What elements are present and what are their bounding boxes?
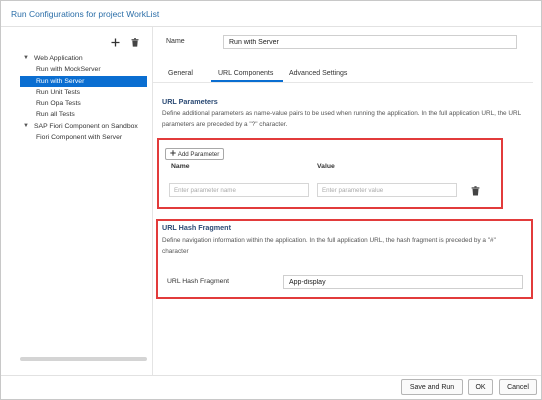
url-hash-description: Define navigation information within the… <box>162 237 496 255</box>
url-parameters-title: URL Parameters <box>162 97 218 106</box>
tree-group-web-application[interactable]: ▼ Web Application <box>20 53 147 64</box>
url-parameters-description: Define additional parameters as name-val… <box>162 110 521 128</box>
tree-item-label: Fiori Component with Server <box>36 134 123 142</box>
ok-button[interactable]: OK <box>468 379 493 395</box>
column-header-value: Value <box>317 163 335 170</box>
panel-divider <box>152 27 153 375</box>
tree-item-run-with-server[interactable]: Run with Server <box>20 75 147 87</box>
add-parameter-button[interactable]: Add Parameter <box>165 148 224 160</box>
configurations-tree: ▼ Web Application Run with MockServer Ru… <box>20 53 147 143</box>
run-configurations-dialog: Run Configurations for project WorkList … <box>0 0 542 400</box>
tree-item-label: Run Opa Tests <box>36 100 81 108</box>
tab-advanced-settings[interactable]: Advanced Settings <box>289 67 347 81</box>
tree-item-label: Run Unit Tests <box>36 88 81 96</box>
trash-icon[interactable] <box>471 186 480 196</box>
parameter-name-input[interactable] <box>169 183 309 197</box>
tree-item-label: Run with Server <box>36 77 85 85</box>
tree-item-label: Web Application <box>34 55 83 62</box>
title-divider <box>1 26 541 27</box>
horizontal-scrollbar[interactable] <box>20 357 147 361</box>
tree-group-fiori-sandbox[interactable]: ▼ SAP Fiori Component on Sandbox <box>20 121 147 132</box>
name-input[interactable] <box>223 35 517 49</box>
column-header-name: Name <box>171 163 190 170</box>
parameter-value-input[interactable] <box>317 183 457 197</box>
tree-item-label: SAP Fiori Component on Sandbox <box>34 122 138 130</box>
add-parameter-label: Add Parameter <box>177 150 220 158</box>
footer-divider <box>1 375 541 376</box>
configurations-toolbar <box>20 35 147 50</box>
tree-item-run-all-tests[interactable]: Run all Tests <box>20 109 147 120</box>
tab-general[interactable]: General <box>168 67 193 81</box>
tree-item-run-with-mockserver[interactable]: Run with MockServer <box>20 64 147 75</box>
tab-url-components[interactable]: URL Components <box>218 67 273 81</box>
tree-item-label: Run with MockServer <box>36 66 101 74</box>
tree-item-label: Run all Tests <box>36 111 75 119</box>
url-hash-input[interactable] <box>283 275 523 289</box>
url-hash-label: URL Hash Fragment <box>167 278 230 285</box>
plus-icon <box>169 150 176 158</box>
name-label: Name <box>166 38 185 45</box>
tree-item-fiori-component-with-server[interactable]: Fiori Component with Server <box>20 132 147 143</box>
cancel-button[interactable]: Cancel <box>499 379 537 395</box>
configurations-panel: ▼ Web Application Run with MockServer Ru… <box>20 35 147 369</box>
url-hash-title: URL Hash Fragment <box>162 223 231 232</box>
save-and-run-button[interactable]: Save and Run <box>401 379 463 395</box>
tree-item-run-opa-tests[interactable]: Run Opa Tests <box>20 98 147 109</box>
caret-down-icon[interactable]: ▼ <box>23 53 29 64</box>
dialog-title: Run Configurations for project WorkList <box>11 9 160 19</box>
caret-down-icon[interactable]: ▼ <box>23 121 29 132</box>
trash-icon[interactable] <box>130 37 140 47</box>
tab-divider <box>153 82 533 83</box>
plus-icon[interactable] <box>110 37 120 47</box>
tree-item-run-unit-tests[interactable]: Run Unit Tests <box>20 87 147 98</box>
